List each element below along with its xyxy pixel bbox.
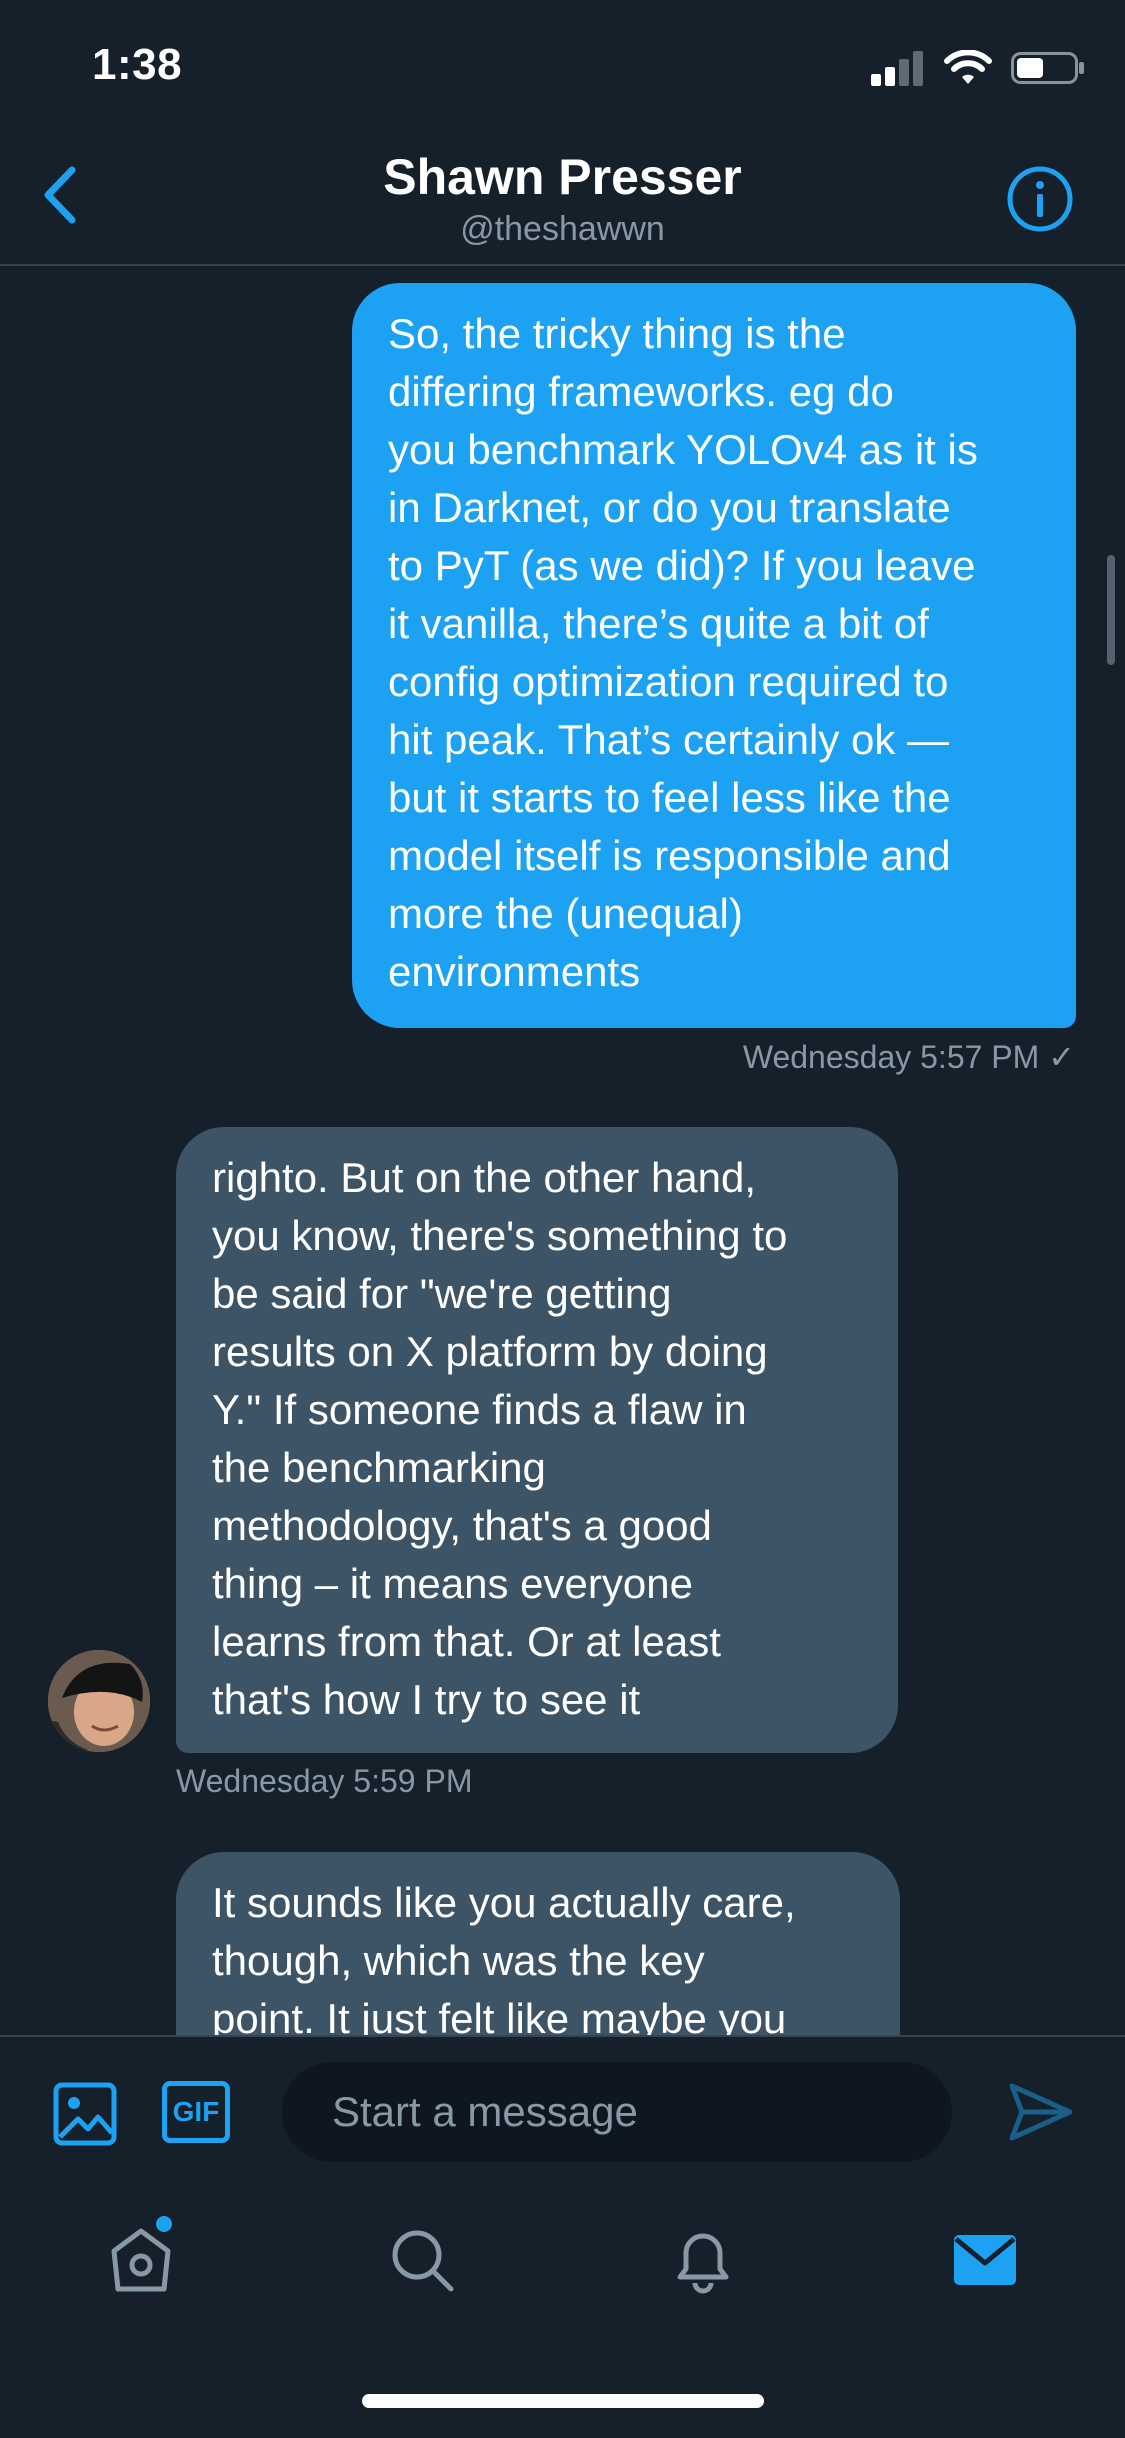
send-button[interactable] [1008,2082,1074,2142]
message-bubble-incoming[interactable]: righto. But on the other hand, you know,… [176,1127,898,1753]
wifi-icon [944,50,992,84]
notification-dot [156,2216,172,2232]
scrollbar-thumb[interactable] [1107,555,1115,665]
message-line: methodology, that's a good [212,1502,712,1549]
status-icons [871,50,1085,86]
search-icon [392,2230,454,2292]
message-bubble-outgoing[interactable]: So, the tricky thing is the differing fr… [352,283,1076,1028]
message-line: that's how I try to see it [212,1676,641,1723]
send-icon [1009,2083,1073,2141]
message-line: be said for "we're getting [212,1270,672,1317]
message-line: config optimization required to [388,658,949,705]
contact-name: Shawn Presser [383,149,742,205]
message-line: you know, there's something to [212,1212,788,1259]
tab-home[interactable] [106,2225,176,2295]
message-line: the benchmarking [212,1444,546,1491]
avatar-photo [48,1650,150,1752]
status-time: 1:38 [92,40,183,89]
message-timestamp: Wednesday 5:57 PM ✓ [742,1039,1075,1075]
message-line: Y." If someone finds a flaw in [212,1386,747,1433]
message-line: to PyT (as we did)? If you leave [388,542,976,589]
message-line: more the (unequal) [388,890,743,937]
tab-search[interactable] [387,2225,457,2295]
message-line: environments [388,948,641,995]
signal-icon [871,51,923,86]
mail-icon [954,2235,1016,2285]
info-icon [1007,166,1073,232]
tab-messages[interactable] [950,2225,1020,2295]
image-icon [53,2082,117,2146]
gif-button[interactable]: GIF [162,2081,230,2143]
message-timestamp: Wednesday 5:59 PM [176,1763,473,1799]
battery-icon [1011,52,1084,84]
message-line: differing frameworks. eg do [388,368,894,415]
message-line: model itself is responsible and [388,832,951,879]
home-icon [111,2228,171,2292]
message-line: in Darknet, or do you translate [388,484,951,531]
message-line: So, the tricky thing is the [388,310,846,357]
home-indicator[interactable] [362,2394,764,2408]
message-line: you benchmark YOLOv4 as it is [388,426,978,473]
message-line: but it starts to feel less like the [388,774,951,821]
message-line: righto. But on the other hand, [212,1154,757,1201]
message-line: results on X platform by doing [212,1328,768,1375]
bell-icon [677,2233,729,2294]
info-button[interactable] [1005,164,1075,234]
message-line: It sounds like you actually care, [212,1879,796,1926]
message-line: learns from that. Or at least [212,1618,721,1665]
add-photo-button[interactable] [52,2081,118,2147]
contact-handle: @theshawwn [460,210,665,248]
message-line: it vanilla, there’s quite a bit of [388,600,929,647]
message-line: thing – it means everyone [212,1560,693,1607]
avatar[interactable] [48,1650,150,1752]
message-line: though, which was the key [212,1937,705,1984]
message-input[interactable] [282,2062,952,2162]
tab-notifications[interactable] [668,2225,738,2295]
message-line: hit peak. That’s certainly ok — [388,716,950,763]
